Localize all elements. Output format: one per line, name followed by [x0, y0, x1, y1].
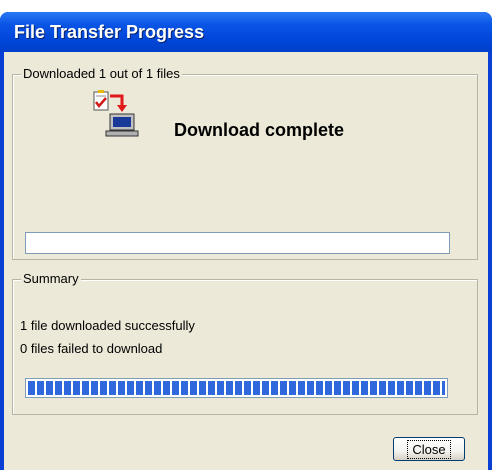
downloaded-group-title: Downloaded 1 out of 1 files — [21, 66, 182, 81]
file-progress-bar — [25, 232, 450, 254]
failure-count-text: 0 files failed to download — [20, 341, 163, 356]
close-button[interactable]: Close — [393, 437, 465, 461]
summary-group-title: Summary — [21, 271, 81, 286]
download-status-text: Download complete — [174, 120, 345, 140]
success-count-text: 1 file downloaded successfully — [20, 318, 195, 333]
dialog-client-area: Downloaded 1 out of 1 files Download com… — [4, 52, 488, 470]
window-title: File Transfer Progress — [14, 22, 205, 42]
title-bar[interactable]: File Transfer Progress — [0, 12, 492, 52]
overall-progress-bar — [25, 378, 448, 398]
file-transfer-computer-icon — [93, 90, 139, 137]
overall-progress-fill — [28, 381, 445, 395]
file-transfer-window: File Transfer Progress Downloaded 1 out … — [0, 12, 492, 470]
close-button-label: Close — [407, 439, 451, 459]
